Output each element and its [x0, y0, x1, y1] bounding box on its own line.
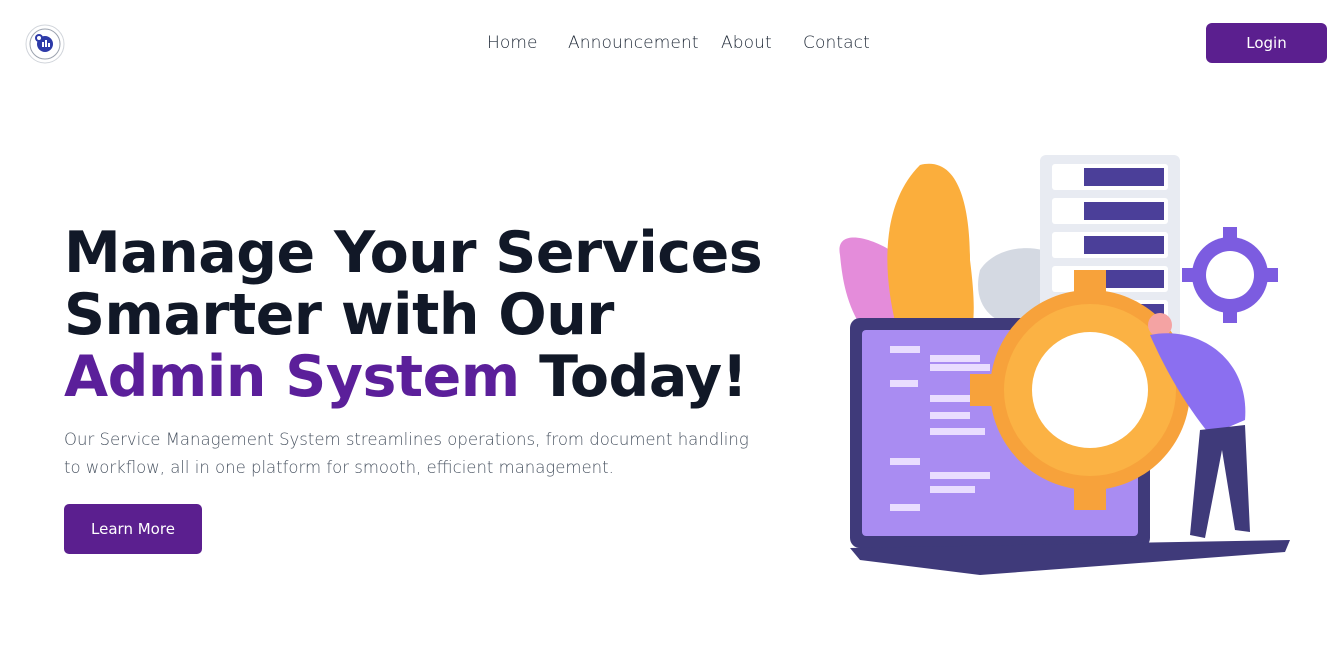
purple-gear-icon — [1182, 227, 1278, 323]
hero-title-part2: Today! — [519, 344, 748, 410]
nav-about-link[interactable]: About — [721, 33, 772, 53]
logo-icon[interactable] — [25, 24, 65, 64]
nav-contact-link[interactable]: Contact — [803, 33, 870, 53]
hero-title-accent: Admin System — [64, 344, 520, 410]
nav-announcement-link[interactable]: Announcement — [568, 33, 699, 53]
hero-description: Our Service Management System streamline… — [64, 430, 749, 477]
hero-title: Manage Your Services Smarter with Our Ad… — [64, 222, 784, 408]
hero-title-part1: Manage Your Services Smarter with Our — [64, 220, 763, 348]
server-gear-laptop-illustration — [839, 155, 1290, 575]
login-button[interactable]: Login — [1206, 23, 1327, 63]
nav-home-link[interactable]: Home — [487, 33, 538, 53]
navbar: Home Announcement About Contact Login — [0, 0, 1344, 88]
learn-more-button[interactable]: Learn More — [64, 504, 202, 554]
orange-leaf-shape — [887, 163, 974, 340]
